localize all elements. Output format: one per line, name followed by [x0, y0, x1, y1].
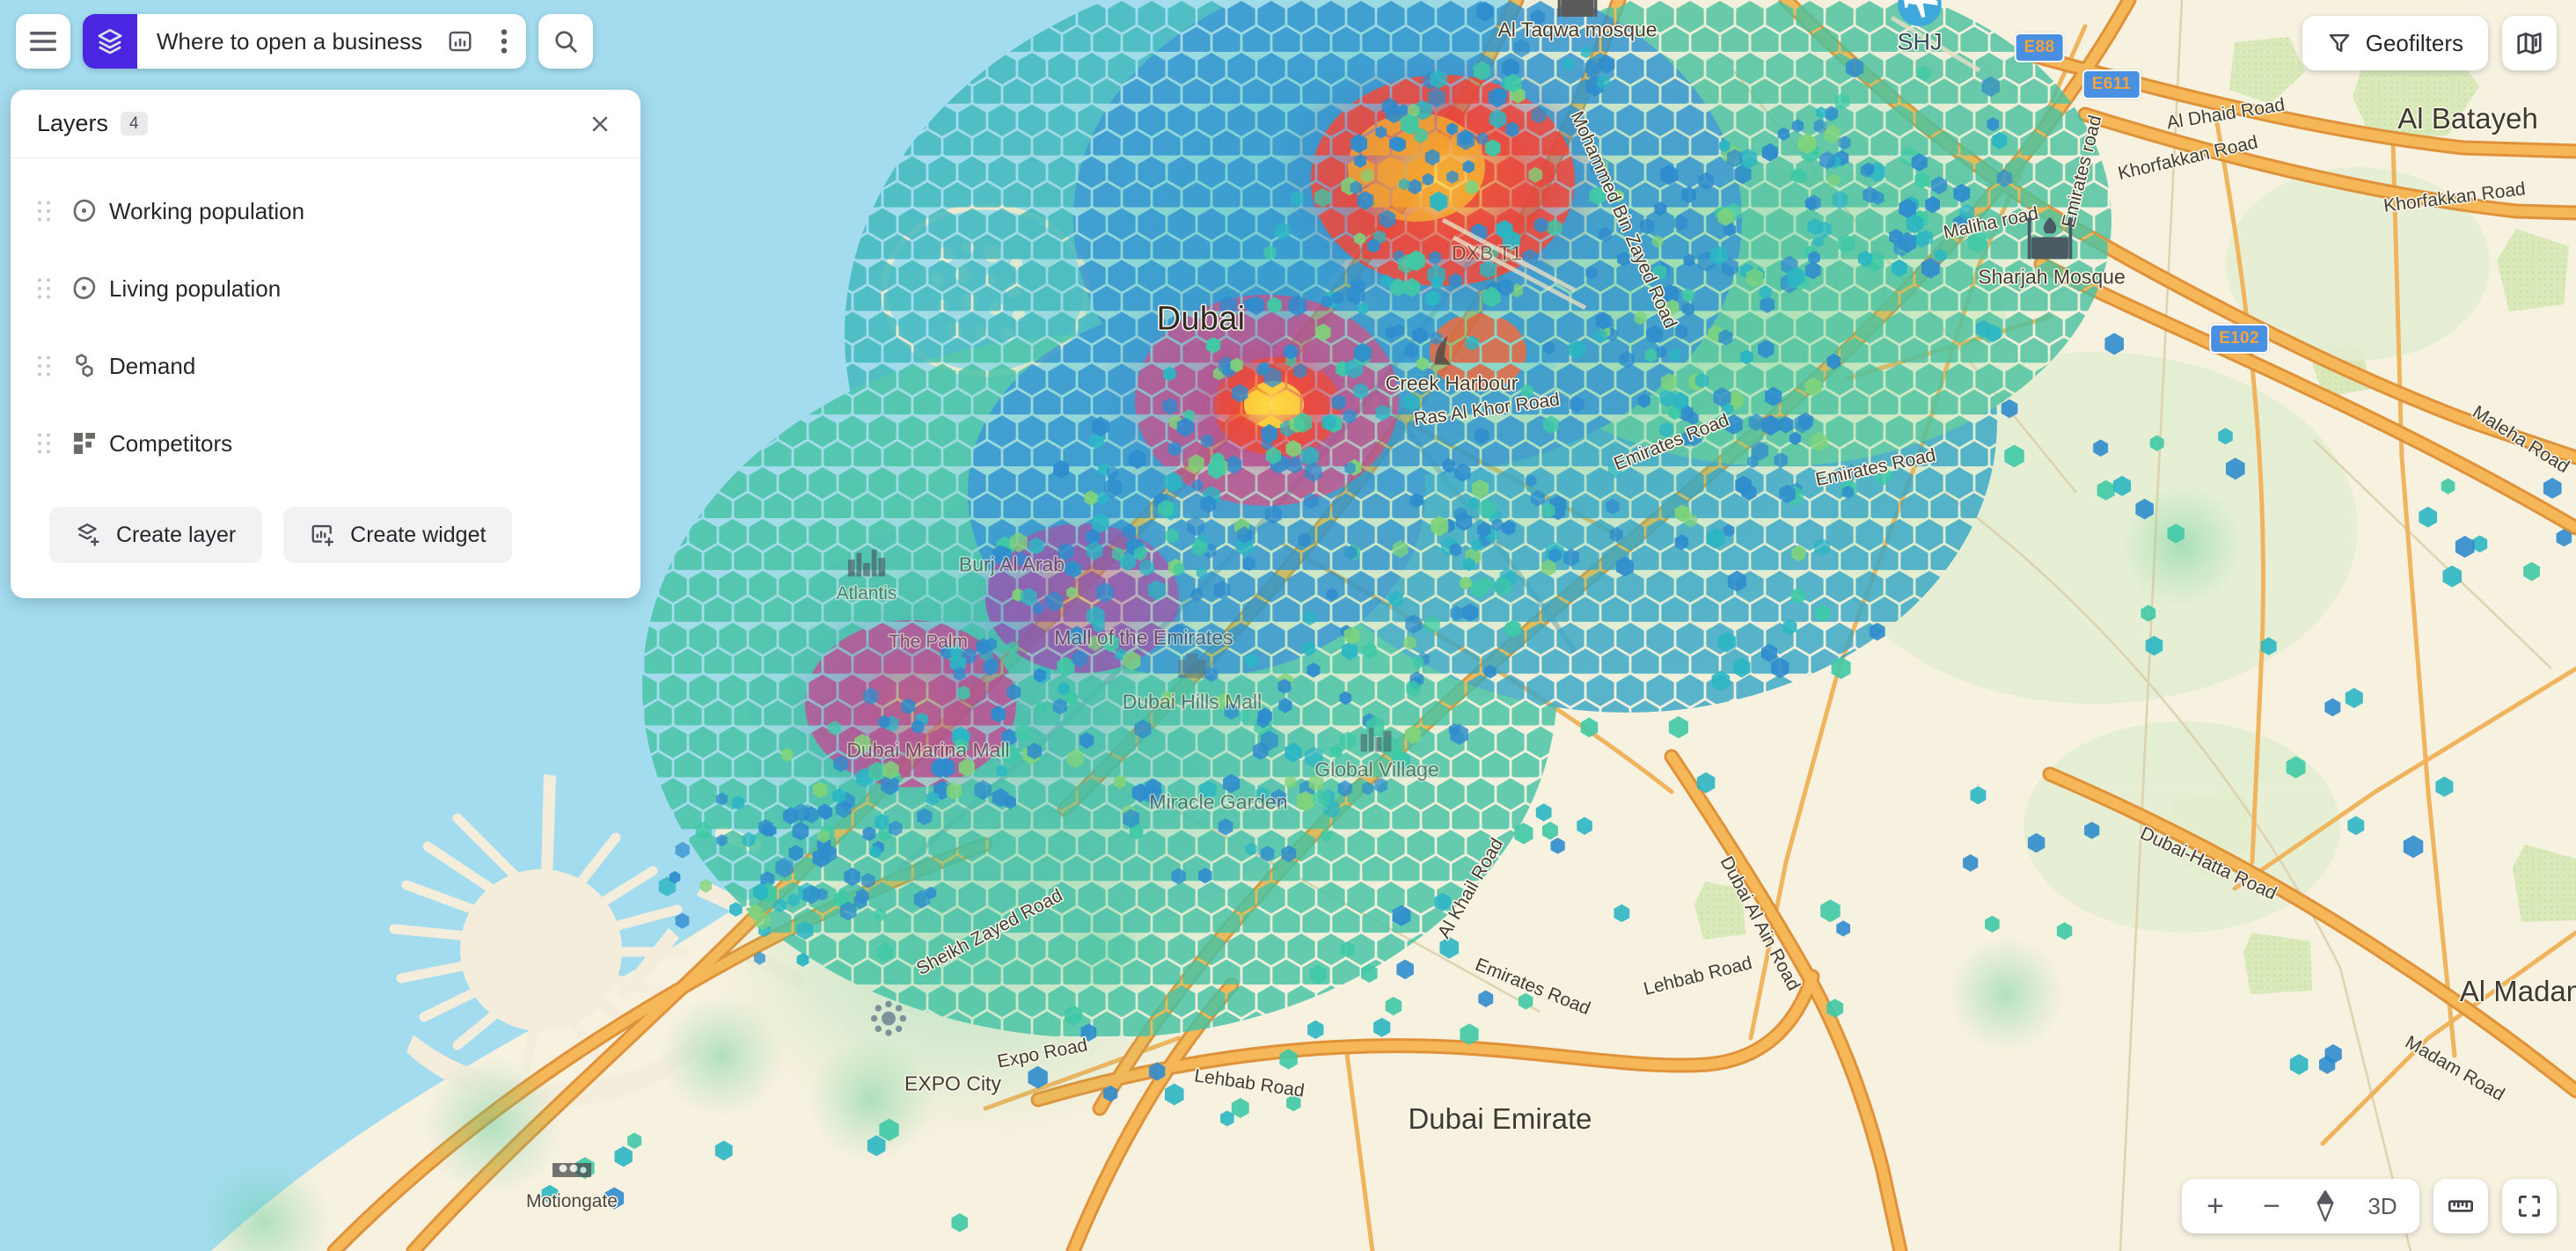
map-controls: + − 3D: [2182, 1179, 2557, 1233]
three-d-toggle-button[interactable]: 3D: [2351, 1179, 2414, 1233]
layer-label: Living population: [109, 274, 282, 302]
geofilters-button[interactable]: Geofilters: [2302, 16, 2488, 70]
layer-row-competitors[interactable]: Competitors: [11, 405, 640, 482]
minus-icon: −: [2263, 1189, 2280, 1223]
menu-button[interactable]: [16, 14, 70, 69]
zoom-in-button[interactable]: +: [2187, 1179, 2243, 1233]
zoom-out-button[interactable]: −: [2243, 1179, 2300, 1233]
search-icon: [553, 28, 579, 55]
plus-icon: +: [2206, 1189, 2224, 1223]
compass-needle-icon: [2314, 1189, 2337, 1223]
geofilters-label: Geofilters: [2365, 29, 2463, 56]
close-button[interactable]: [582, 106, 618, 142]
bar-chart-icon: [447, 28, 473, 55]
zoom-control-group: + − 3D: [2182, 1179, 2419, 1233]
grid-blocks-icon: [60, 429, 109, 457]
drag-handle-icon[interactable]: [37, 432, 60, 455]
polygon-point-icon: [60, 274, 109, 303]
fullscreen-icon: [2516, 1193, 2543, 1219]
hamburger-menu-icon: [30, 32, 56, 51]
create-layer-label: Create layer: [116, 522, 237, 547]
ruler-icon: [2447, 1192, 2475, 1220]
layer-label: Competitors: [109, 429, 233, 457]
basemap-button[interactable]: [2502, 16, 2557, 70]
top-right-controls: Geofilters: [2302, 16, 2557, 70]
layers-title: Layers: [37, 110, 109, 136]
layer-row-living-population[interactable]: Living population: [11, 250, 640, 327]
funnel-icon: [2327, 31, 2352, 55]
layer-plus-icon: [76, 522, 102, 548]
project-chip: Where to open a business: [83, 14, 527, 69]
create-widget-label: Create widget: [350, 522, 487, 547]
hex-pair-icon: [60, 352, 109, 380]
fullscreen-button[interactable]: [2502, 1179, 2557, 1233]
compass-button[interactable]: [2300, 1179, 2351, 1233]
create-widget-button[interactable]: Create widget: [283, 507, 513, 563]
layers-panel-header: Layers 4: [11, 90, 640, 158]
layers-list: Working population Living population Dem…: [11, 158, 640, 489]
create-layer-button[interactable]: Create layer: [49, 507, 263, 563]
kebab-menu-icon: [501, 28, 508, 55]
chart-widget-button[interactable]: [438, 14, 482, 69]
project-title: Where to open a business: [157, 27, 423, 55]
project-more-button[interactable]: [482, 14, 526, 69]
layers-panel-actions: Create layer Create widget: [11, 489, 640, 598]
search-button[interactable]: [538, 14, 594, 69]
close-icon: [589, 113, 611, 135]
top-toolbar: Where to open a business: [16, 14, 594, 69]
polygon-point-icon: [60, 197, 109, 225]
layer-label: Demand: [109, 352, 196, 379]
brand-button[interactable]: [83, 14, 137, 69]
layer-row-working-population[interactable]: Working population: [11, 172, 640, 250]
widget-plus-icon: [310, 522, 336, 548]
drag-handle-icon[interactable]: [37, 355, 60, 377]
layer-label: Working population: [109, 197, 305, 224]
layer-row-demand[interactable]: Demand: [11, 327, 640, 405]
map-fold-icon: [2515, 29, 2543, 57]
drag-handle-icon[interactable]: [37, 200, 60, 223]
measure-button[interactable]: [2433, 1179, 2488, 1233]
layers-count-badge: 4: [121, 111, 148, 136]
layers-stack-icon: [95, 26, 125, 56]
three-d-label: 3D: [2367, 1192, 2397, 1219]
layers-panel: Layers 4 Working population Living popul…: [11, 90, 640, 598]
drag-handle-icon[interactable]: [37, 277, 60, 300]
